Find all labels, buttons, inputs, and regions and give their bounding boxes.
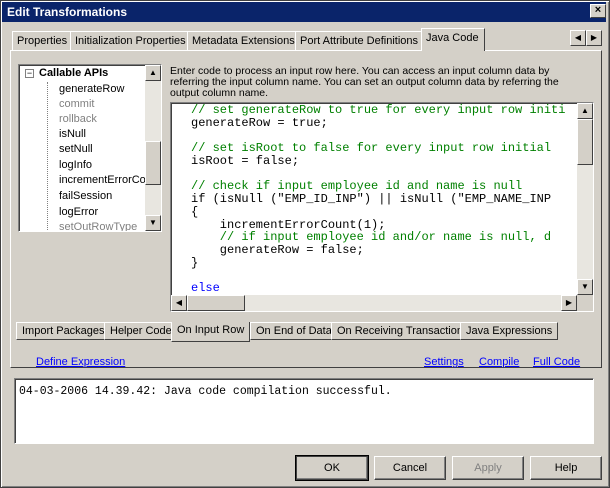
tab-properties[interactable]: Properties — [12, 31, 73, 51]
button-label: OK — [324, 462, 340, 474]
button-label: Cancel — [392, 462, 428, 474]
arrow-left-icon: ◀ — [175, 298, 183, 307]
compile-output-message: 04-03-2006 14.39.42: Java code compilati… — [19, 385, 392, 398]
code-line: if (isNull ("EMP_ID_INP") || isNull ("EM… — [191, 192, 552, 206]
scroll-left-button[interactable]: ◀ — [171, 295, 187, 311]
arrow-down-icon: ▼ — [149, 218, 157, 227]
close-icon: × — [594, 4, 602, 16]
help-button[interactable]: Help — [530, 456, 602, 480]
tab-label: On End of Data — [256, 325, 332, 337]
scroll-down-button[interactable]: ▼ — [577, 279, 593, 295]
scroll-down-button[interactable]: ▼ — [145, 215, 161, 231]
scroll-thumb[interactable] — [577, 119, 593, 165]
arrow-left-icon: ◀ — [574, 33, 582, 42]
tab-label: Helper Code — [110, 325, 172, 337]
tree-line — [47, 82, 48, 231]
tree-item-logerror[interactable]: logError — [59, 206, 98, 221]
close-button[interactable]: × — [590, 4, 606, 18]
apply-button[interactable]: Apply — [452, 456, 524, 480]
scroll-corner — [577, 295, 593, 311]
editor-instructions: Enter code to process an input row here.… — [170, 66, 559, 99]
tree-root-callable-apis[interactable]: Callable APIs — [39, 67, 108, 79]
scroll-thumb[interactable] — [145, 141, 161, 185]
tab-label: On Input Row — [177, 324, 245, 336]
tab-label: Java Code — [426, 32, 479, 44]
api-tree[interactable]: − Callable APIs generateRow commit rollb… — [18, 64, 162, 232]
scroll-up-button[interactable]: ▲ — [577, 103, 593, 119]
code-line: generateRow = false; — [191, 243, 364, 257]
tab-on-input-row[interactable]: On Input Row — [171, 322, 251, 342]
button-label: Help — [554, 462, 578, 474]
tab-on-receiving-transaction[interactable]: On Receiving Transaction — [331, 322, 469, 340]
tab-label: Import Packages — [22, 325, 105, 337]
tree-item-isnull[interactable]: isNull — [59, 128, 86, 143]
tab-label: Initialization Properties — [75, 35, 186, 47]
tab-metadata-extensions[interactable]: Metadata Extensions — [187, 31, 300, 51]
compile-link[interactable]: Compile — [479, 356, 519, 368]
tab-label: Metadata Extensions — [192, 35, 295, 47]
tab-label: On Receiving Transaction — [337, 325, 463, 337]
tab-port-attribute-definitions[interactable]: Port Attribute Definitions — [295, 31, 424, 51]
code-line: else — [191, 281, 220, 295]
tree-item-rollback[interactable]: rollback — [59, 113, 97, 128]
tab-scroll-right-button[interactable]: ▶ — [586, 30, 602, 46]
tab-java-code[interactable]: Java Code — [421, 28, 485, 51]
tree-item-setoutrowtype[interactable]: setOutRowType — [59, 221, 137, 231]
tab-label: Port Attribute Definitions — [300, 35, 419, 47]
tree-item-commit[interactable]: commit — [59, 98, 94, 113]
scroll-thumb[interactable] — [187, 295, 245, 311]
code-line: isRoot = false; — [191, 154, 300, 168]
tree-item-loginfo[interactable]: logInfo — [59, 159, 92, 174]
button-label: Apply — [474, 462, 502, 474]
code-line: generateRow = true; — [191, 116, 328, 130]
tab-scroll-left-button[interactable]: ◀ — [570, 30, 586, 46]
window-title: Edit Transformations — [7, 5, 128, 19]
tab-initialization-properties[interactable]: Initialization Properties — [70, 31, 191, 51]
tab-import-packages[interactable]: Import Packages — [16, 322, 111, 340]
collapse-icon[interactable]: − — [25, 69, 34, 78]
code-editor[interactable]: // set generateRow to true for every inp… — [170, 102, 594, 312]
code-vscrollbar[interactable]: ▲ ▼ — [577, 103, 593, 295]
arrow-up-icon: ▲ — [581, 106, 589, 115]
arrow-up-icon: ▲ — [149, 68, 157, 77]
scroll-right-button[interactable]: ▶ — [561, 295, 577, 311]
tree-item-generaterow[interactable]: generateRow — [59, 83, 124, 98]
define-expression-link[interactable]: Define Expression — [36, 356, 125, 368]
title-bar: Edit Transformations — [2, 2, 606, 22]
scroll-up-button[interactable]: ▲ — [145, 65, 161, 81]
tab-on-end-of-data[interactable]: On End of Data — [250, 322, 338, 340]
tab-label: Java Expressions — [466, 325, 553, 337]
tab-helper-code[interactable]: Helper Code — [104, 322, 178, 340]
tree-item-failsession[interactable]: failSession — [59, 190, 112, 205]
code-hscrollbar[interactable]: ◀ ▶ — [171, 295, 577, 311]
arrow-down-icon: ▼ — [581, 282, 589, 291]
full-code-link[interactable]: Full Code — [533, 356, 580, 368]
output-pane[interactable]: 04-03-2006 14.39.42: Java code compilati… — [14, 378, 594, 444]
cancel-button[interactable]: Cancel — [374, 456, 446, 480]
ok-button[interactable]: OK — [295, 455, 369, 481]
tab-label: Properties — [17, 35, 68, 47]
arrow-right-icon: ▶ — [590, 33, 598, 42]
arrow-right-icon: ▶ — [565, 298, 573, 307]
tree-scrollbar[interactable]: ▲ ▼ — [145, 65, 161, 231]
tree-item-setnull[interactable]: setNull — [59, 143, 93, 158]
tab-java-expressions[interactable]: Java Expressions — [460, 322, 559, 340]
code-line: } — [191, 256, 199, 270]
tree-item-incrementerrorcount[interactable]: incrementErrorCou — [59, 174, 152, 189]
settings-link[interactable]: Settings — [424, 356, 464, 368]
